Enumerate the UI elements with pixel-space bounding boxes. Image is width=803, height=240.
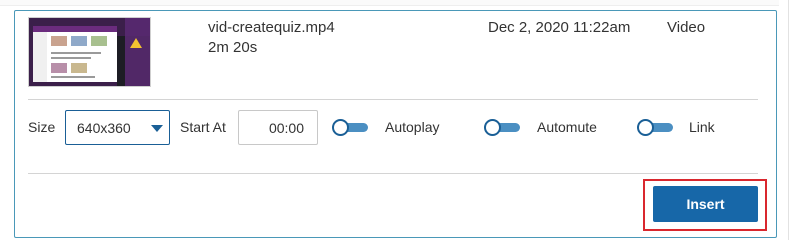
size-select[interactable]: 640x360 [65,110,170,145]
caret-down-icon [151,125,163,132]
file-name: vid-createquiz.mp4 [208,19,335,36]
file-type: Video [667,19,706,36]
start-at-label: Start At [180,119,226,135]
insert-button[interactable]: Insert [653,186,758,222]
link-label: Link [689,119,715,135]
size-label: Size [28,119,56,135]
link-toggle[interactable] [637,119,673,137]
start-at-input[interactable] [238,110,318,145]
divider [28,173,758,174]
top-strip [0,0,803,6]
autoplay-toggle[interactable] [332,119,368,137]
file-duration: 2m 20s [208,39,258,56]
automute-label: Automute [537,119,597,135]
divider [28,99,758,100]
video-thumbnail[interactable] [28,17,151,87]
size-value: 640x360 [77,120,131,136]
autoplay-label: Autoplay [385,119,440,135]
scrollbar-line [788,0,789,240]
file-date: Dec 2, 2020 11:22am [488,19,631,36]
scrollbar-track[interactable] [779,0,803,240]
media-item-panel: vid-createquiz.mp4 2m 20s Dec 2, 2020 11… [14,10,777,238]
automute-toggle[interactable] [484,119,520,137]
warning-icon [130,38,142,48]
thumbnail-screen [33,26,117,82]
